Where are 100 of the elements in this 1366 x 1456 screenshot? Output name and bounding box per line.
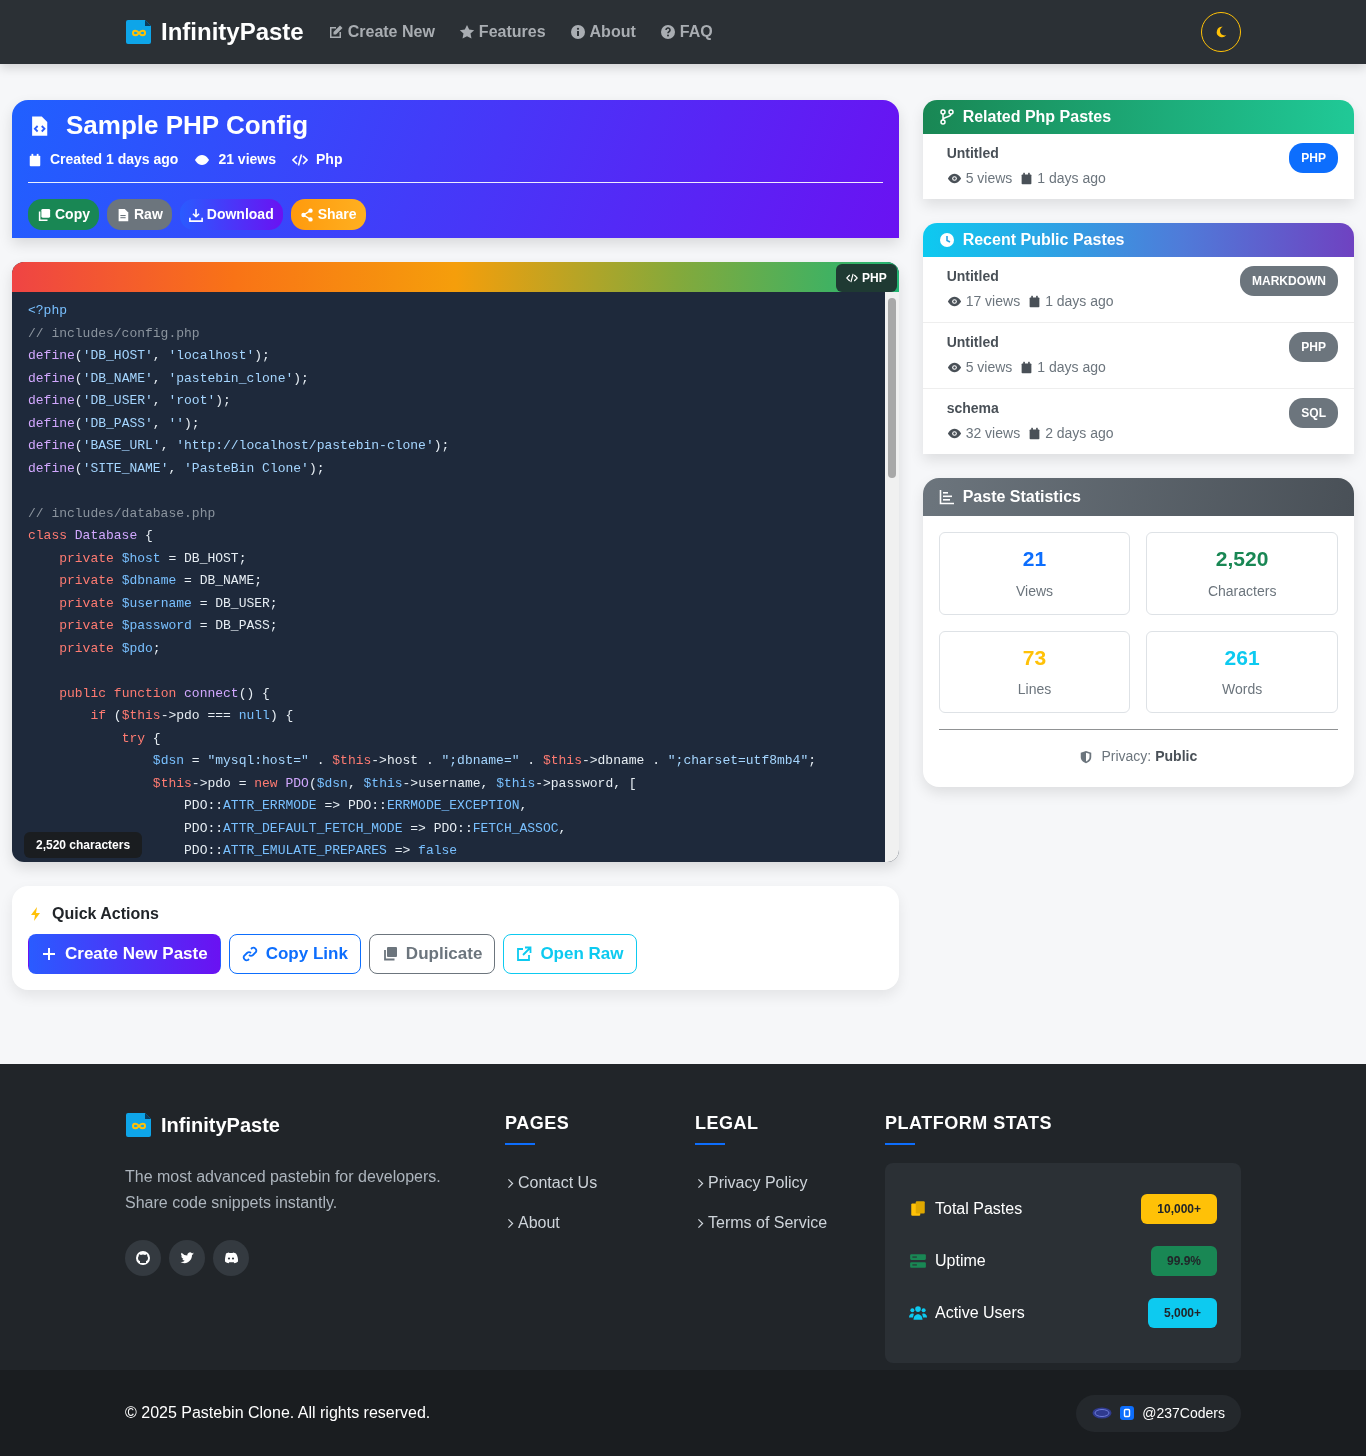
paste-title[interactable]: Untitled (946, 143, 1106, 164)
column-heading: PAGES (505, 1112, 571, 1135)
view-count: 5 views (965, 169, 1013, 188)
cat-icon (135, 1250, 151, 1266)
paste-date: 2 days ago (1045, 424, 1114, 443)
nav-link[interactable]: FAQ (659, 20, 713, 44)
share-icon (299, 207, 314, 222)
code-line: try { (121, 730, 161, 746)
paste-date: 1 days ago (1037, 358, 1106, 377)
paste-title[interactable]: Untitled (946, 266, 1114, 287)
action-button[interactable]: Copy (28, 199, 99, 230)
code-line: PDO::ATTR_DEFAULT_FETCH_MODE => PDO::FETCH_ASSOC, (184, 820, 567, 836)
stat-label: Lines (1016, 680, 1053, 699)
social-button[interactable] (125, 1240, 161, 1276)
footer-link[interactable]: Terms of Service (695, 1211, 861, 1235)
language-tag: SQL (1289, 398, 1338, 428)
paste-title: Sample PHP Config (66, 109, 309, 142)
stat-value: 2,520 (1214, 546, 1270, 572)
code-line: define('DB_USER', 'root'); (28, 393, 231, 408)
stat-value: 5,000+ (1147, 1298, 1217, 1328)
code-line: PDO::ATTR_EMULATE_PREPARES => false (184, 843, 458, 858)
brand-name[interactable]: InfinityPaste (161, 14, 304, 50)
card-title: Paste Statistics (962, 487, 1081, 507)
code-line: public function connect() { (59, 685, 270, 701)
language-tag: MARKDOWN (1240, 266, 1338, 296)
nav-link[interactable]: Features (458, 20, 546, 44)
footer-link[interactable]: About (505, 1211, 671, 1235)
stat-value: 73 (1021, 644, 1048, 671)
language-tag: PHP (1289, 143, 1338, 173)
code-line: define('DB_NAME', 'pastebin_clone'); (28, 370, 309, 386)
paste-date: 1 days ago (1037, 169, 1106, 188)
action-button[interactable]: Raw (107, 199, 172, 230)
moon-icon (1214, 25, 1228, 39)
section-title: Quick Actions (52, 904, 159, 924)
code-line: private $dbname = DB_NAME; (59, 573, 263, 588)
code-line: // includes/database.php (28, 505, 216, 521)
shield-icon (1079, 749, 1094, 764)
language-label: Php (316, 150, 343, 169)
brand-name[interactable]: InfinityPaste (161, 1110, 280, 1140)
footer-link[interactable]: Contact Us (505, 1171, 671, 1195)
card-title: Recent Public Pastes (962, 230, 1125, 250)
scroll-thumb[interactable] (887, 298, 896, 478)
copyright-text: © 2025 Pastebin Clone. All rights reserved. (125, 1403, 431, 1423)
code-icon (292, 151, 308, 168)
code-line: define('SITE_NAME', 'PasteBin Clone'); (28, 460, 325, 476)
nav-link[interactable]: About (569, 20, 636, 44)
stat-value: 10,000+ (1141, 1194, 1217, 1224)
action-button[interactable]: Create New Paste (28, 934, 221, 974)
code-line: $dsn = "mysql:host=" . $this->host . ";dbname=" . $this->dbname . ";charset=utf8mb4"; (152, 753, 817, 768)
created-date: Created 1 days ago (50, 150, 179, 169)
help-icon (659, 24, 676, 40)
logo-icon (125, 1111, 153, 1139)
code-line: <?php (28, 303, 67, 318)
download-icon (188, 207, 203, 222)
branch-icon (938, 109, 955, 125)
info-icon (569, 24, 586, 40)
card-title: Related Php Pastes (962, 107, 1112, 127)
server-icon (909, 1252, 927, 1270)
link-icon (241, 945, 258, 962)
credit-text: @237Coders (1142, 1403, 1225, 1423)
code-line: define('DB_PASS', ''); (28, 415, 200, 431)
calendar-icon (1028, 295, 1042, 308)
stat-label: Active Users (935, 1303, 1025, 1323)
chevron-icon (505, 1177, 516, 1189)
star-icon (458, 24, 475, 40)
stat-value: 99.9% (1150, 1246, 1217, 1276)
social-button[interactable] (169, 1240, 205, 1276)
paste-title[interactable]: Untitled (946, 332, 1106, 353)
calendar-icon (1028, 427, 1042, 440)
code-line: $this->pdo = new PDO($dsn, $this->username, $this->password, [ (152, 775, 637, 791)
eye-icon (946, 426, 962, 441)
chevron-icon (505, 1217, 516, 1229)
privacy-label: Privacy: (1101, 747, 1152, 766)
code-line: // includes/config.php (28, 325, 200, 341)
external-link-icon (516, 945, 533, 962)
view-count: 5 views (965, 358, 1013, 377)
language-badge: PHP (835, 264, 897, 292)
chart-icon (938, 489, 955, 505)
action-button[interactable]: Duplicate (368, 934, 496, 974)
action-button[interactable]: Copy Link (228, 934, 361, 974)
nav-link[interactable]: Create New (327, 20, 435, 44)
files-icon (909, 1200, 927, 1218)
action-button[interactable]: Download (179, 199, 283, 230)
column-heading: LEGAL (695, 1112, 760, 1135)
code-line: class Database { (28, 528, 153, 543)
calendar-icon (1020, 361, 1034, 374)
eye-icon (946, 360, 962, 375)
calendar-icon (28, 152, 42, 167)
stat-label: Total Pastes (935, 1199, 1023, 1219)
column-heading: PLATFORM STATS (885, 1112, 1053, 1135)
tagline: The most advanced pastebin for developers. Share code snippets instantly. (125, 1167, 442, 1213)
bird-icon (179, 1250, 195, 1266)
eye-icon (946, 171, 962, 186)
paste-title[interactable]: schema (946, 398, 1114, 419)
stat-value: 21 (1021, 546, 1048, 572)
chevron-icon (695, 1217, 706, 1229)
footer-link[interactable]: Privacy Policy (695, 1171, 861, 1195)
code-line: PDO::ATTR_ERRMODE => PDO::ERRMODE_EXCEPTION, (184, 798, 528, 813)
code-line: define('DB_HOST', 'localhost'); (28, 348, 270, 363)
social-button[interactable] (213, 1240, 249, 1276)
